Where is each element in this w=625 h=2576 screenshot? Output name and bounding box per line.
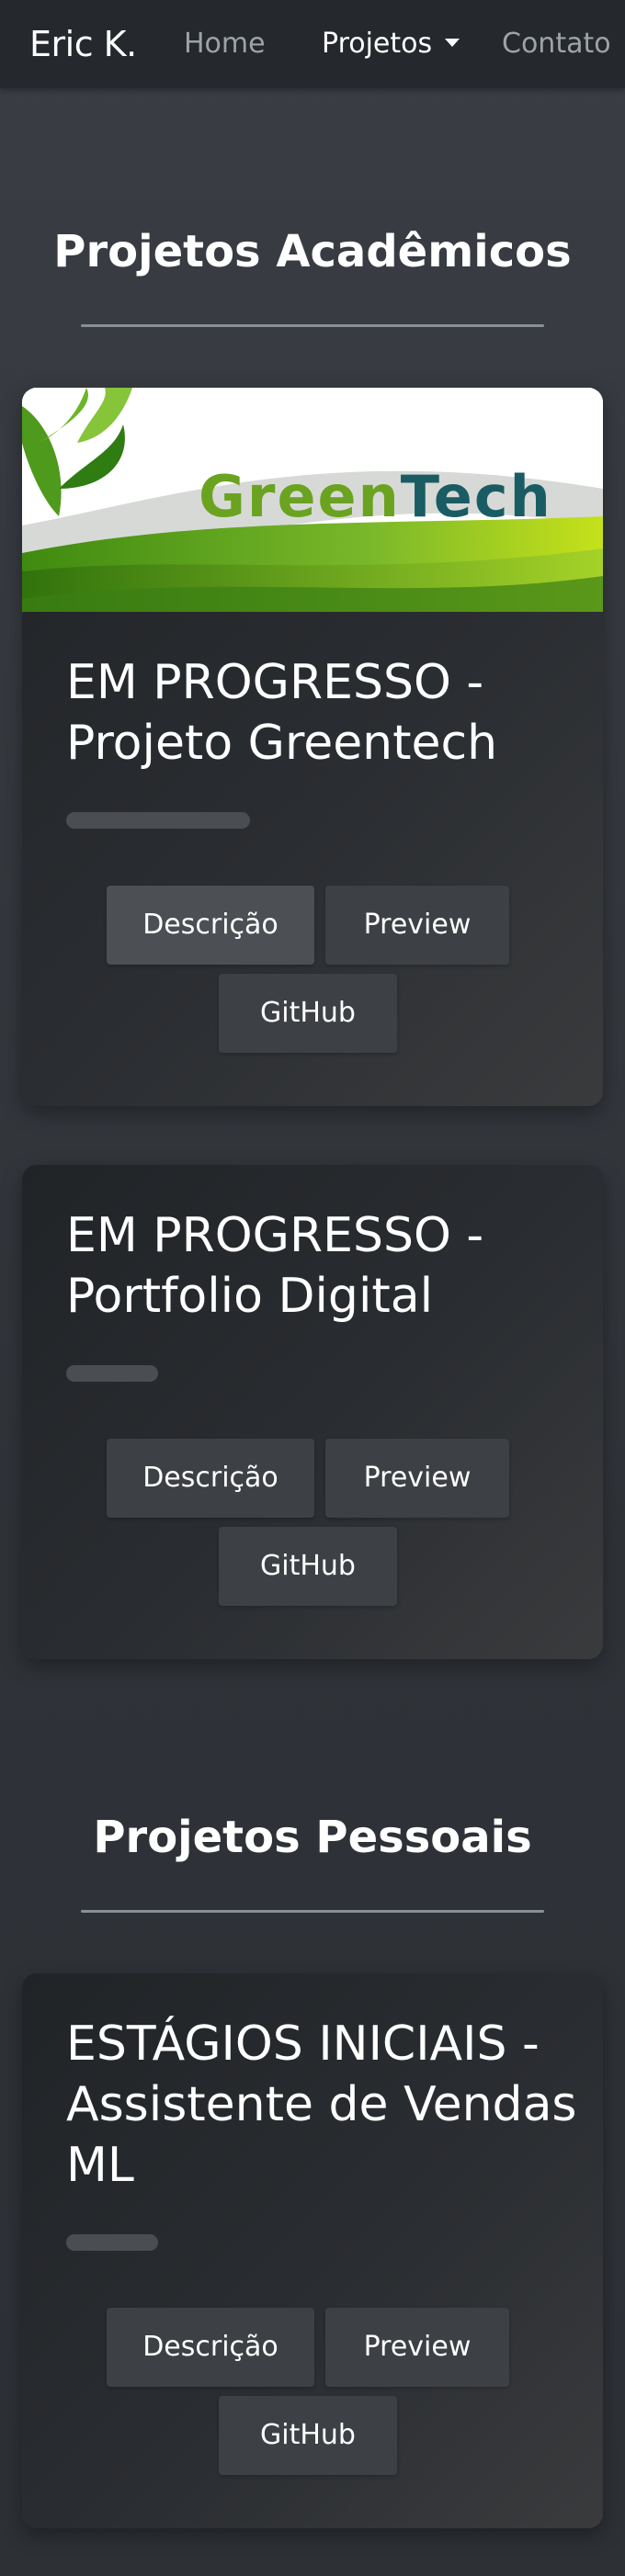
github-button[interactable]: GitHub <box>219 974 397 1053</box>
preview-button[interactable]: Preview <box>325 886 509 965</box>
tech-tags-placeholder <box>66 812 250 829</box>
project-image-greentech: GreenTech <box>22 388 603 612</box>
project-card-greentech: GreenTech EM PROGRESSO - Projeto Greente… <box>22 388 603 1106</box>
project-title: ESTÁGIOS INICIAIS - Assistente de Vendas… <box>66 2017 577 2193</box>
description-button[interactable]: Descrição <box>107 1439 314 1518</box>
navbar-brand[interactable]: Eric K. <box>29 22 137 66</box>
github-button[interactable]: GitHub <box>219 2396 397 2475</box>
section-title-academicos: Projetos Acadêmicos <box>53 226 572 277</box>
tech-tags-placeholder <box>66 1365 158 1382</box>
project-card-assistente: ESTÁGIOS INICIAIS - Assistente de Vendas… <box>22 1973 603 2528</box>
description-button[interactable]: Descrição <box>107 886 314 965</box>
greentech-logo-text: GreenTech <box>199 463 552 530</box>
nav-link-home[interactable]: Home <box>184 26 266 62</box>
project-title: EM PROGRESSO - Portfolio Digital <box>66 1208 484 1324</box>
section-title-pessoais: Projetos Pessoais <box>93 1812 532 1863</box>
greentech-logo-image: GreenTech <box>22 388 603 612</box>
preview-button[interactable]: Preview <box>325 1439 509 1518</box>
tech-tags-placeholder <box>66 2234 158 2251</box>
description-button[interactable]: Descrição <box>107 2308 314 2387</box>
navbar: Eric K. Home Projetos Contato <box>0 0 625 88</box>
project-title: EM PROGRESSO - Projeto Greentech <box>66 655 498 771</box>
github-button[interactable]: GitHub <box>219 1527 397 1606</box>
project-card-portfolio: EM PROGRESSO - Portfolio Digital Descriç… <box>22 1165 603 1659</box>
preview-button[interactable]: Preview <box>325 2308 509 2387</box>
nav-link-contato[interactable]: Contato <box>502 26 611 62</box>
section-divider <box>81 1910 544 1913</box>
nav-dropdown-projetos[interactable]: Projetos <box>322 26 460 62</box>
nav-link-projetos-label: Projetos <box>322 28 433 60</box>
caret-down-icon <box>445 39 460 47</box>
section-divider <box>81 324 544 327</box>
